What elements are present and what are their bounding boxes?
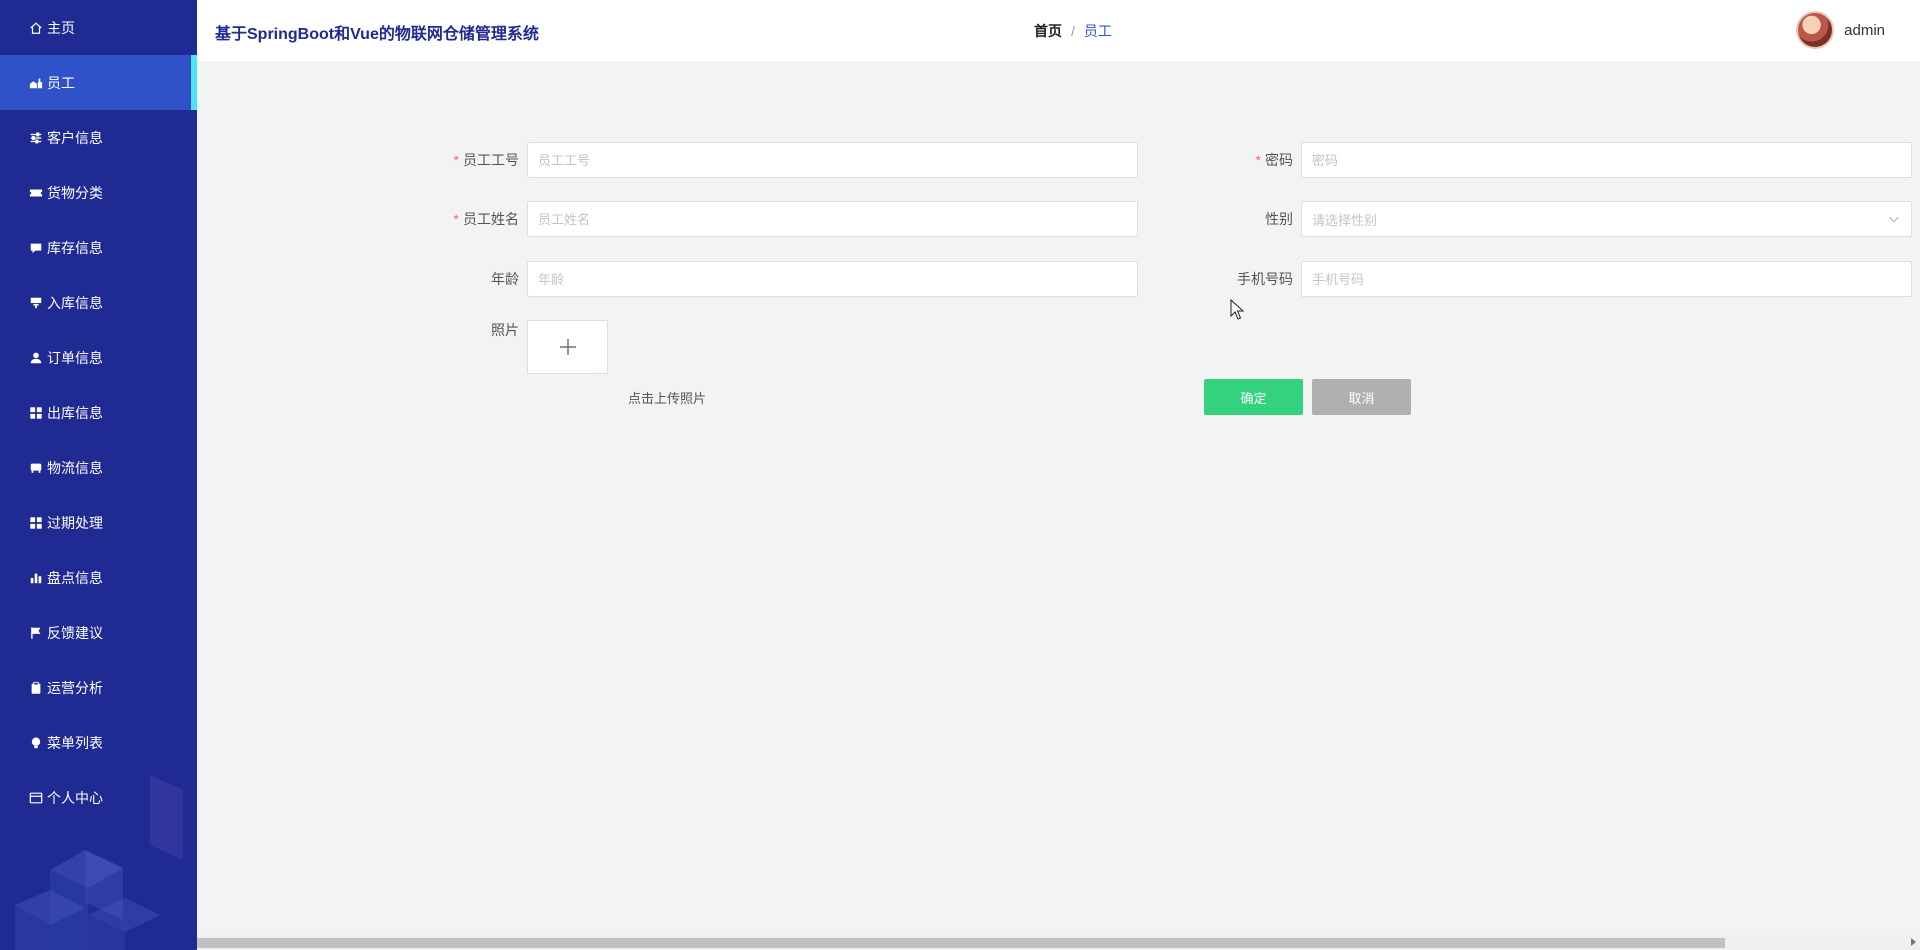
sidebar-item-label: 库存信息: [47, 239, 103, 256]
sidebar-item-label: 主页: [47, 19, 75, 36]
form-item-password: * 密码: [1191, 142, 1912, 178]
password-input[interactable]: [1301, 142, 1912, 178]
sidebar-item-expired[interactable]: 过期处理: [0, 495, 197, 550]
photo-label: 照片: [491, 322, 519, 338]
upload-tip: 点击上传照片: [628, 391, 707, 406]
sidebar-item-stock-out[interactable]: 出库信息: [0, 385, 197, 440]
phone-input[interactable]: [1301, 261, 1912, 297]
scroll-right-icon[interactable]: [1911, 938, 1916, 946]
sidebar-item-label: 订单信息: [47, 349, 103, 366]
breadcrumb-current: 员工: [1083, 23, 1112, 39]
sidebar-item-label: 盘点信息: [47, 569, 103, 586]
employee-id-label: * 员工工号: [453, 152, 519, 168]
age-label: 年龄: [491, 271, 519, 287]
sidebar-item-label: 员工: [47, 74, 75, 91]
sidebar-item-orders[interactable]: 订单信息: [0, 330, 197, 385]
flag-icon: [29, 626, 43, 640]
sidebar-item-label: 出库信息: [47, 404, 103, 421]
sidebar-item-label: 客户信息: [47, 129, 103, 146]
form-item-employee-id: * 员工工号: [417, 142, 1138, 178]
user-menu[interactable]: admin: [1796, 11, 1885, 49]
inbox-icon: [29, 296, 43, 310]
sidebar-item-customers[interactable]: 客户信息: [0, 110, 197, 165]
employee-id-input[interactable]: [527, 142, 1138, 178]
gender-select-placeholder: 请选择性别: [1312, 212, 1378, 228]
sidebar-item-menu-list[interactable]: 菜单列表: [0, 715, 197, 770]
app-title: 基于SpringBoot和Vue的物联网仓储管理系统: [215, 26, 539, 43]
sidebar-menu: 主页 员工 客户信息 货物分类 库存信息 入库信息 订单信息 出库信息 物流信息…: [0, 0, 197, 825]
employee-icon: [29, 76, 43, 90]
sidebar-item-categories[interactable]: 货物分类: [0, 165, 197, 220]
form-item-age: 年龄: [417, 261, 1138, 297]
password-label: * 密码: [1255, 152, 1293, 168]
gender-select[interactable]: 请选择性别: [1301, 201, 1912, 237]
sidebar-item-home[interactable]: 主页: [0, 0, 197, 55]
username[interactable]: admin: [1844, 22, 1885, 39]
required-mark: *: [1255, 152, 1261, 168]
grid-icon: [29, 406, 43, 420]
horizontal-scrollbar[interactable]: [197, 935, 1920, 950]
breadcrumb: 首页 / 员工: [1034, 21, 1112, 41]
ticket-icon: [29, 186, 43, 200]
sidebar-item-label: 菜单列表: [47, 734, 103, 751]
breadcrumb-home[interactable]: 首页: [1034, 21, 1062, 41]
sidebar-item-employee[interactable]: 员工: [0, 55, 197, 110]
truck-icon: [29, 461, 43, 475]
form-item-employee-name: * 员工姓名: [417, 201, 1138, 237]
avatar[interactable]: [1796, 11, 1835, 49]
sidebar-item-inventory[interactable]: 库存信息: [0, 220, 197, 275]
required-mark: *: [453, 211, 459, 227]
cancel-button[interactable]: 取消: [1312, 379, 1411, 415]
sidebar-item-label: 货物分类: [47, 184, 103, 201]
sidebar-item-stocktaking[interactable]: 盘点信息: [0, 550, 197, 605]
employee-form: *员工工号 *密码 *员工姓名 性别 请选择性别 年龄 手机号码 照片 点击上传…: [197, 61, 1920, 935]
age-input[interactable]: [527, 261, 1138, 297]
grid-icon: [29, 516, 43, 530]
mouse-cursor-icon: [1230, 299, 1244, 320]
form-item-phone: 手机号码: [1191, 261, 1912, 297]
home-icon: [29, 21, 43, 35]
sidebar-item-profile[interactable]: 个人中心: [0, 770, 197, 825]
scrollbar-thumb[interactable]: [197, 938, 1725, 948]
sidebar-item-label: 个人中心: [47, 789, 103, 806]
photo-upload-button[interactable]: [527, 320, 608, 374]
employee-name-label: * 员工姓名: [453, 211, 519, 227]
sidebar-item-logistics[interactable]: 物流信息: [0, 440, 197, 495]
chevron-down-icon: [1889, 216, 1899, 223]
form-item-gender: 性别 请选择性别: [1191, 201, 1912, 237]
sidebar-item-label: 物流信息: [47, 459, 103, 476]
employee-name-input[interactable]: [527, 201, 1138, 237]
lightbulb-icon: [29, 736, 43, 750]
phone-label: 手机号码: [1237, 271, 1293, 287]
sidebar: 主页 员工 客户信息 货物分类 库存信息 入库信息 订单信息 出库信息 物流信息…: [0, 0, 197, 950]
sidebar-item-label: 过期处理: [47, 514, 103, 531]
comment-icon: [29, 241, 43, 255]
breadcrumb-separator: /: [1071, 23, 1075, 39]
form-item-photo: 照片: [417, 320, 608, 374]
sliders-icon: [29, 131, 43, 145]
top-header: 基于SpringBoot和Vue的物联网仓储管理系统 首页 / 员工 admin: [197, 0, 1920, 61]
gender-label: 性别: [1265, 211, 1293, 227]
card-icon: [29, 791, 43, 805]
bar-chart-icon: [29, 571, 43, 585]
sidebar-item-feedback[interactable]: 反馈建议: [0, 605, 197, 660]
plus-icon: [559, 339, 576, 355]
user-icon: [29, 351, 43, 365]
sidebar-item-label: 反馈建议: [47, 624, 103, 641]
sidebar-item-label: 入库信息: [47, 294, 103, 311]
required-mark: *: [453, 152, 459, 168]
sidebar-item-stock-in[interactable]: 入库信息: [0, 275, 197, 330]
clipboard-icon: [29, 681, 43, 695]
confirm-button[interactable]: 确定: [1204, 379, 1303, 415]
sidebar-item-analytics[interactable]: 运营分析: [0, 660, 197, 715]
sidebar-item-label: 运营分析: [47, 679, 103, 696]
